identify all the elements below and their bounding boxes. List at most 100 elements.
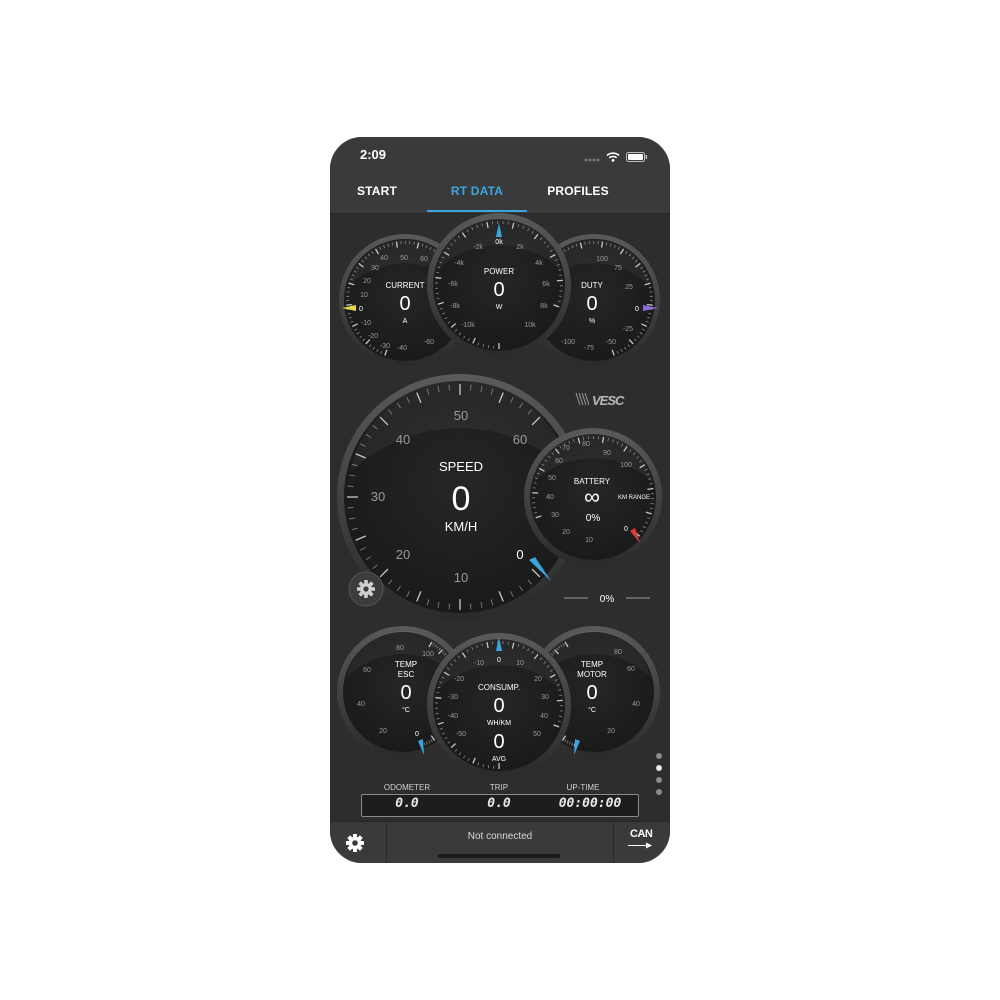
duty-unit: %: [589, 318, 595, 325]
arrow-right-icon: [628, 842, 652, 849]
temp-esc-tick-label: 80: [396, 645, 404, 652]
battery-tick-label: 90: [603, 450, 611, 457]
home-indicator: [438, 854, 560, 858]
odometer-label: ODOMETER: [383, 783, 431, 792]
battery-tick-label: 0: [624, 526, 628, 533]
gear-icon: [346, 834, 364, 852]
consumption-gauge: 0 -10 10 -20 20 -30 30 -40 40 -50 50 CON…: [427, 633, 571, 777]
speed-unit: KM/H: [445, 519, 478, 534]
minor-tick: [532, 507, 537, 509]
power-tick-label: 10k: [524, 322, 536, 329]
temp-motor-unit: °C: [588, 706, 596, 714]
speed-tick-label: 0: [516, 547, 523, 562]
battery-tick-label: 20: [562, 529, 570, 536]
power-tick-label: 6k: [542, 281, 550, 288]
temp-esc-tick-label: 40: [357, 701, 365, 708]
trip-value: 0.0: [487, 796, 511, 811]
duty-tick-label: 25: [625, 284, 633, 291]
major-tick: [601, 241, 604, 248]
battery-tick-label: 50: [548, 475, 556, 482]
battery-tick-label: 40: [546, 494, 554, 501]
page-dot[interactable]: [656, 789, 662, 795]
odometer-value: 0.0: [395, 796, 419, 811]
consumption-avg-value: 0: [493, 731, 504, 753]
vesc-logo-text: VESC: [592, 393, 625, 408]
duty-tick-label: -75: [584, 345, 594, 352]
consumption-avg-label: AVG: [492, 756, 506, 763]
temp-motor-value: 0: [586, 682, 597, 704]
current-tick-label: -10: [361, 320, 371, 327]
page-dot[interactable]: [656, 753, 662, 759]
settings-button[interactable]: [342, 830, 368, 856]
side-readout-value: 0%: [600, 594, 615, 605]
consumption-tick-label: 50: [533, 731, 541, 738]
consumption-label: CONSUMP.: [478, 683, 520, 692]
battery-range-label: KM RANGE: [618, 495, 650, 501]
power-tick-label: -4k: [454, 260, 464, 267]
current-tick-label: 20: [363, 278, 371, 285]
speed-tick-label: 30: [371, 489, 385, 504]
current-tick-label: 60: [420, 256, 428, 263]
consumption-unit: WH/KM: [487, 720, 511, 727]
minor-tick: [487, 765, 490, 769]
uptime-label: UP-TIME: [566, 783, 600, 792]
major-tick: [435, 696, 442, 699]
duty-value: 0: [586, 293, 597, 315]
bottom-bar: Not connected CAN: [330, 821, 670, 863]
current-tick-label: -60: [424, 339, 434, 346]
power-gauge: 0k -2k 2k -4k 4k -6k 6k -8k 8k -10k 10k …: [427, 213, 571, 357]
consumption-tick-label: 20: [534, 676, 542, 683]
current-tick-label: 50: [400, 255, 408, 262]
major-tick: [346, 303, 353, 306]
battery-tick-label: 60: [555, 458, 563, 465]
uptime-value: 00:00:00: [558, 796, 622, 811]
temp-esc-tick-label: 20: [379, 728, 387, 735]
current-tick-label: 10: [360, 292, 368, 299]
current-tick-label: -40: [397, 345, 407, 352]
power-tick-label: -10k: [461, 322, 475, 329]
duty-tick-label: -50: [606, 339, 616, 346]
gauge-settings-button[interactable]: [348, 571, 384, 607]
power-tick-label: 2k: [516, 244, 524, 251]
power-tick-label: -2k: [473, 244, 483, 251]
consumption-value: 0: [493, 695, 504, 717]
consumption-tick-label: -50: [456, 731, 466, 738]
battery-range-value: ∞: [584, 484, 600, 509]
temp-esc-label-2: ESC: [398, 670, 415, 679]
minor-tick: [558, 715, 563, 717]
duty-tick-label: 100: [596, 256, 608, 263]
consumption-tick-label: 10: [516, 660, 524, 667]
duty-tick-label: 0: [635, 306, 639, 313]
consumption-tick-label: 30: [541, 694, 549, 701]
temp-esc-label-1: TEMP: [395, 660, 417, 669]
temp-motor-tick-label: 60: [627, 666, 635, 673]
gear-icon: [357, 580, 375, 598]
page-dot[interactable]: [656, 765, 662, 771]
can-label: CAN: [630, 828, 653, 840]
page-indicator: [656, 753, 662, 801]
temp-esc-unit: °C: [402, 706, 410, 714]
battery-percent: 0%: [586, 513, 601, 524]
temp-esc-tick-label: 0: [415, 731, 419, 738]
temp-esc-value: 0: [400, 682, 411, 704]
current-tick-label: 40: [380, 255, 388, 262]
major-tick: [435, 276, 442, 279]
phone-screen: 2:09 START RT DATA PROFILES B: [330, 137, 670, 863]
gauge-canvas: 40 50 60 30 20 10 0 -10 -20 -30 -40 -60 …: [337, 213, 662, 777]
consumption-tick-label: 0: [497, 657, 501, 664]
battery-tick-label: 100: [620, 462, 632, 469]
trip-label: TRIP: [489, 783, 509, 792]
can-button[interactable]: CAN: [626, 827, 658, 857]
page-dot[interactable]: [656, 777, 662, 783]
speed-tick-label: 40: [396, 432, 410, 447]
vesc-logo: VESC: [575, 392, 626, 408]
battery-tick-label: 80: [582, 441, 590, 448]
power-label: POWER: [484, 267, 514, 276]
power-tick-label: -8k: [450, 303, 460, 310]
speed-label: SPEED: [439, 459, 483, 474]
speed-tick-label: 20: [396, 547, 410, 562]
battery-tick-label: 30: [551, 512, 559, 519]
major-tick: [646, 303, 653, 306]
current-tick-label: 0: [359, 306, 363, 313]
current-tick-label: -30: [380, 343, 390, 350]
